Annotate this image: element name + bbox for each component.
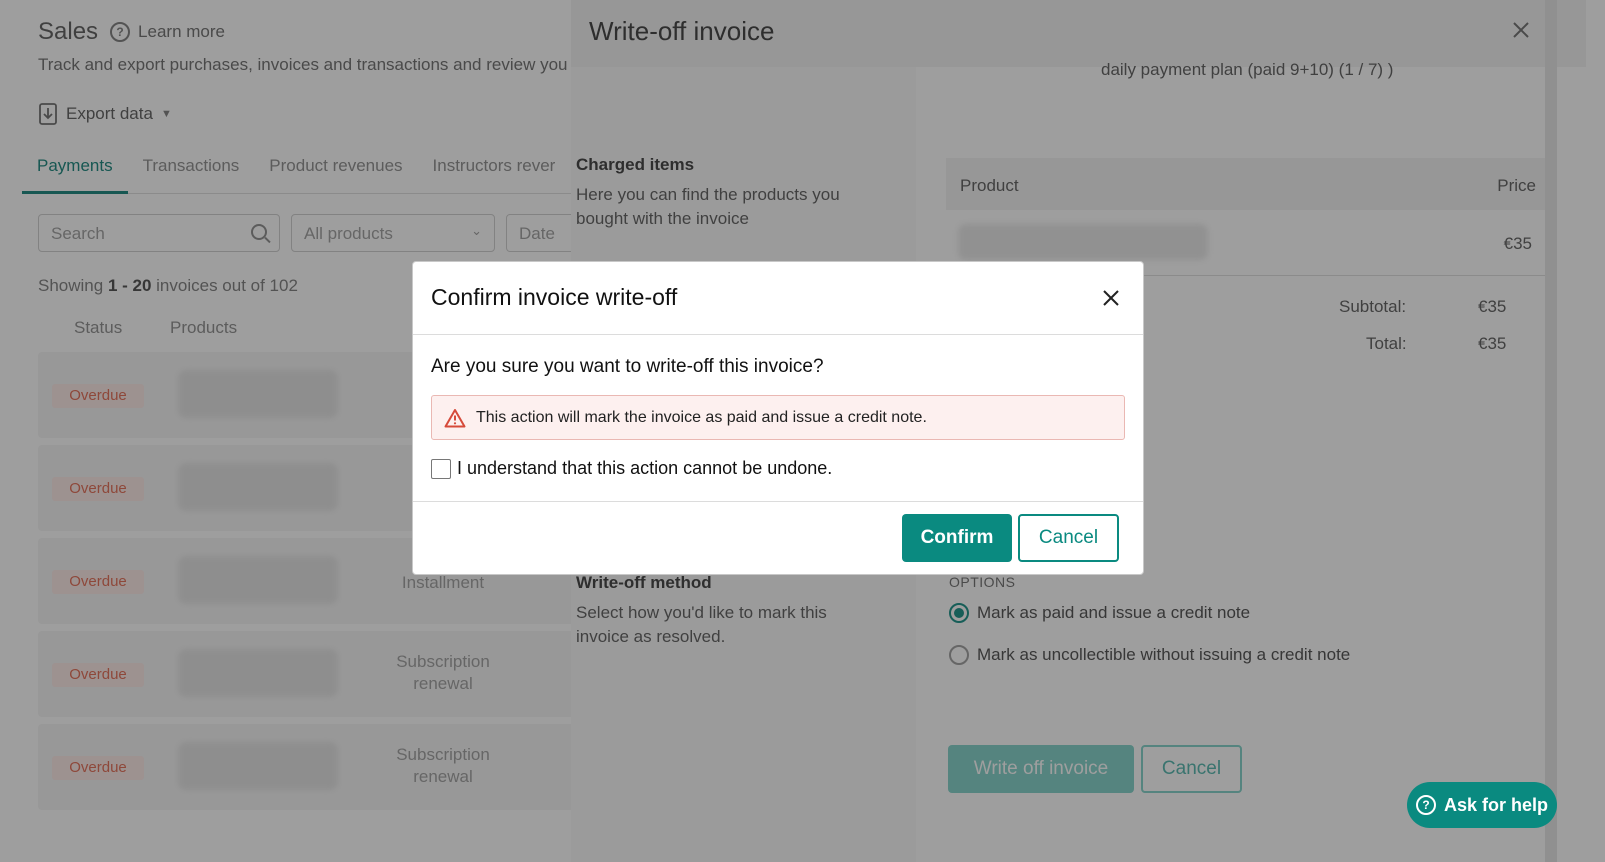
modal-title: Confirm invoice write-off <box>431 284 678 310</box>
help-icon: ? <box>1415 795 1436 815</box>
ask-for-help-button[interactable]: ? Ask for help <box>1407 782 1557 828</box>
modal-question: Are you sure you want to write-off this … <box>431 356 824 377</box>
close-icon[interactable] <box>1101 288 1121 308</box>
warning-alert-text: This action will mark the invoice as pai… <box>476 408 927 426</box>
warning-triangle-icon <box>444 408 466 427</box>
ask-for-help-label: Ask for help <box>1443 794 1549 815</box>
confirm-writeoff-modal: Confirm invoice write-off Are you sure y… <box>412 261 1144 575</box>
acknowledge-checkbox-row[interactable]: I understand that this action cannot be … <box>431 458 832 479</box>
acknowledge-label: I understand that this action cannot be … <box>457 458 833 478</box>
confirm-button[interactable]: Confirm <box>902 514 1012 562</box>
acknowledge-checkbox[interactable] <box>431 458 451 479</box>
warning-alert: This action will mark the invoice as pai… <box>431 395 1125 440</box>
modal-header: Confirm invoice write-off <box>413 262 1143 335</box>
modal-footer: Confirm Cancel <box>413 501 1143 575</box>
cancel-button[interactable]: Cancel <box>1018 514 1119 562</box>
